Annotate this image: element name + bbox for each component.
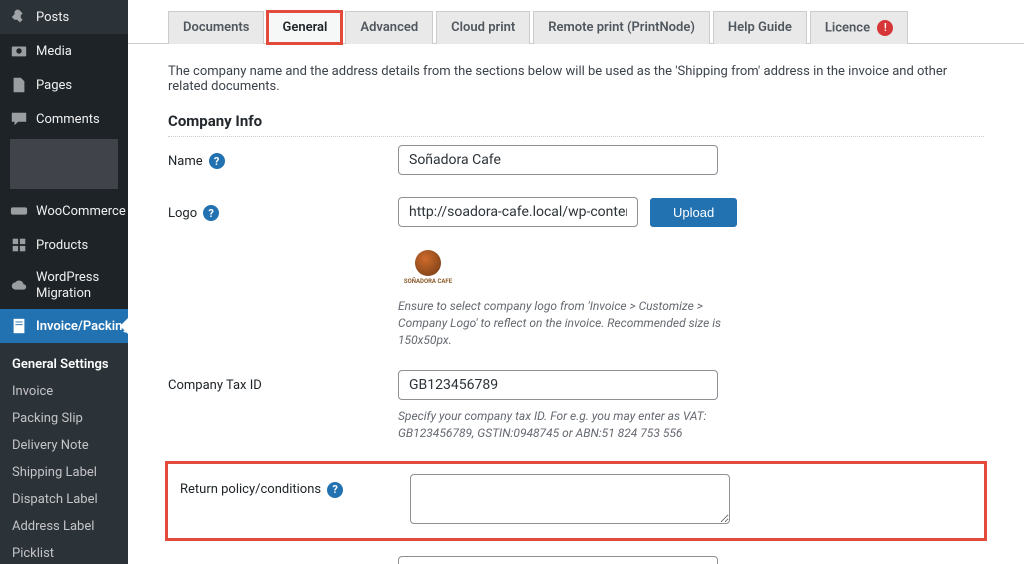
sub-item-invoice[interactable]: Invoice — [0, 378, 128, 405]
sidebar-blank-placeholder — [10, 139, 118, 189]
pin-icon — [10, 8, 28, 26]
tab-documents[interactable]: Documents — [168, 11, 264, 44]
row-tax-id: Company Tax ID Specify your company tax … — [168, 370, 984, 442]
admin-sidebar: Posts Media Pages Comments WooCommerce P… — [0, 0, 128, 564]
sidebar-label: Invoice/Packing — [36, 319, 128, 334]
tax-help-text: Specify your company tax ID. For e.g. yo… — [398, 408, 738, 442]
tax-label: Company Tax ID — [168, 370, 398, 393]
tab-help-guide[interactable]: Help Guide — [713, 11, 807, 44]
section-title: Company Info — [168, 112, 984, 137]
row-logo: Logo ? Upload SOÑADORA CAFE Ensure to se… — [168, 197, 984, 348]
help-icon[interactable]: ? — [209, 153, 225, 169]
tab-remote-print[interactable]: Remote print (PrintNode) — [533, 11, 710, 44]
sub-item-picklist[interactable]: Picklist — [0, 540, 128, 564]
tab-licence[interactable]: Licence ! — [810, 11, 908, 44]
sub-item-dispatch-label[interactable]: Dispatch Label — [0, 486, 128, 513]
footer-label: Footer ? — [168, 556, 398, 564]
sidebar-item-posts[interactable]: Posts — [0, 0, 128, 34]
settings-form: The company name and the address details… — [128, 44, 1024, 564]
row-return-policy: Return policy/conditions ? — [180, 474, 972, 528]
help-icon[interactable]: ? — [203, 205, 219, 221]
sub-item-shipping-label[interactable]: Shipping Label — [0, 459, 128, 486]
return-policy-highlight: Return policy/conditions ? — [168, 464, 984, 538]
products-icon — [10, 236, 28, 254]
sidebar-label: Pages — [36, 78, 72, 93]
tax-id-input[interactable] — [398, 370, 718, 400]
logo-help-text: Ensure to select company logo from 'Invo… — [398, 298, 738, 348]
woo-icon — [10, 202, 28, 220]
doc-icon — [10, 317, 28, 335]
name-label: Name ? — [168, 145, 398, 169]
sidebar-label: Products — [36, 238, 88, 253]
footer-textarea[interactable]: It's a great choice. Thank you for the p… — [398, 556, 718, 564]
tab-advanced[interactable]: Advanced — [345, 11, 433, 44]
alert-badge-icon: ! — [877, 20, 893, 36]
sidebar-label: WordPress Migration — [36, 270, 118, 301]
sidebar-submenu: General Settings Invoice Packing Slip De… — [0, 343, 128, 564]
sub-item-general-settings[interactable]: General Settings — [0, 351, 128, 378]
main-content: Documents General Advanced Cloud print R… — [128, 0, 1024, 564]
tab-label: Licence — [825, 20, 870, 35]
sidebar-label: WooCommerce — [36, 204, 126, 219]
sub-item-delivery-note[interactable]: Delivery Note — [0, 432, 128, 459]
row-name: Name ? — [168, 145, 984, 175]
sidebar-item-media[interactable]: Media — [0, 34, 128, 68]
logo-url-input[interactable] — [398, 197, 638, 227]
sidebar-label: Media — [36, 44, 72, 59]
tab-nav: Documents General Advanced Cloud print R… — [128, 0, 1024, 44]
page-icon — [10, 76, 28, 94]
sub-item-packing-slip[interactable]: Packing Slip — [0, 405, 128, 432]
sidebar-label: Comments — [36, 112, 100, 127]
cloud-icon — [10, 277, 28, 295]
intro-text: The company name and the address details… — [168, 64, 984, 94]
sidebar-item-pages[interactable]: Pages — [0, 68, 128, 102]
sidebar-item-comments[interactable]: Comments — [0, 102, 128, 136]
sub-item-address-label[interactable]: Address Label — [0, 513, 128, 540]
camera-icon — [10, 42, 28, 60]
sidebar-item-wp-migration[interactable]: WordPress Migration — [0, 262, 128, 309]
logo-preview-image: SOÑADORA CAFE — [398, 245, 458, 290]
name-input[interactable] — [398, 145, 718, 175]
return-policy-textarea[interactable] — [410, 474, 730, 524]
row-footer: Footer ? It's a great choice. Thank you … — [168, 556, 984, 564]
return-label: Return policy/conditions ? — [180, 474, 410, 498]
chat-icon — [10, 110, 28, 128]
sidebar-item-invoice-packing[interactable]: Invoice/Packing — [0, 309, 128, 343]
sidebar-item-woocommerce[interactable]: WooCommerce — [0, 194, 128, 228]
logo-label: Logo ? — [168, 197, 398, 221]
tab-cloud-print[interactable]: Cloud print — [436, 11, 530, 44]
sidebar-label: Posts — [36, 10, 69, 25]
tab-general[interactable]: General — [267, 11, 342, 44]
upload-button[interactable]: Upload — [650, 198, 737, 227]
sidebar-item-products[interactable]: Products — [0, 228, 128, 262]
help-icon[interactable]: ? — [327, 482, 343, 498]
